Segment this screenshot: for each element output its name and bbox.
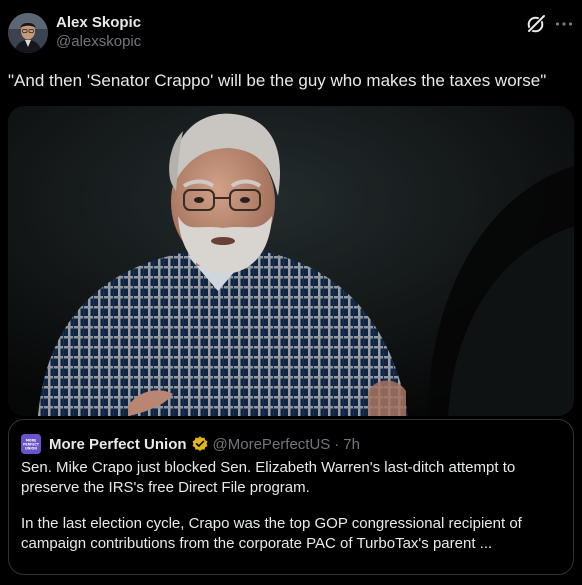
quote-avatar-logo: MORE PERFECT UNION: [21, 434, 41, 454]
tweet-text: "And then 'Senator Crappo' will be the g…: [8, 71, 547, 90]
quote-text-line: In the last election cycle, Crapo was th…: [21, 515, 522, 532]
svg-text:UNION: UNION: [25, 447, 37, 451]
quote-text-line: Sen. Mike Crapo just blocked Sen. Elizab…: [21, 459, 516, 476]
quote-timestamp[interactable]: 7h: [343, 436, 360, 453]
more-horizontal-icon: [555, 22, 573, 26]
grok-icon: [527, 15, 545, 33]
author-name[interactable]: Alex Skopic: [56, 14, 141, 32]
tweet: Alex Skopic @alexskopic "And then 'Senat…: [0, 0, 582, 585]
quote-account-name[interactable]: More Perfect Union: [49, 436, 187, 453]
author-handle[interactable]: @alexskopic: [56, 32, 141, 52]
quote-header: More Perfect Union @MorePerfectUS · 7h: [49, 434, 360, 454]
more-options-button[interactable]: [553, 12, 575, 36]
verified-badge-icon: [192, 436, 207, 452]
quoted-tweet[interactable]: MORE PERFECT UNION More Perfect Union @M…: [8, 419, 574, 575]
quote-text: Sen. Mike Crapo just blocked Sen. Elizab…: [21, 458, 561, 554]
media-illustration: [8, 106, 574, 416]
author-avatar-image: [8, 13, 48, 53]
quote-text-line: campaign contributions from the corporat…: [21, 535, 493, 552]
quote-text-line: preserve the IRS's free Direct File prog…: [21, 479, 310, 496]
quote-handle[interactable]: @MorePerfectUS: [213, 436, 331, 453]
author-avatar[interactable]: [8, 13, 48, 53]
author-block: Alex Skopic @alexskopic: [56, 14, 141, 52]
quote-avatar[interactable]: MORE PERFECT UNION: [21, 434, 41, 454]
tweet-media-image[interactable]: [8, 106, 574, 416]
grok-button[interactable]: [524, 12, 548, 36]
quote-separator: ·: [334, 435, 340, 453]
